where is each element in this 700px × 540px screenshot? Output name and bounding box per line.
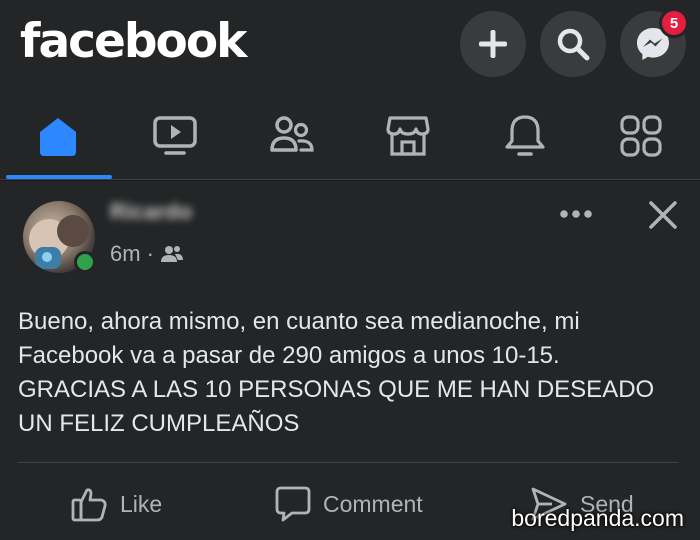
menu-icon xyxy=(620,115,662,157)
online-status-dot xyxy=(74,251,96,273)
notifications-icon xyxy=(505,115,545,156)
facebook-logo[interactable]: facebook xyxy=(20,14,247,69)
post-divider xyxy=(18,462,678,463)
tab-watch[interactable] xyxy=(120,92,230,180)
friends-audience-icon[interactable] xyxy=(160,244,184,264)
search-icon xyxy=(557,28,590,61)
tab-home[interactable] xyxy=(3,92,113,180)
tab-menu[interactable] xyxy=(586,92,696,180)
post-text: Bueno, ahora mismo, en cuanto sea median… xyxy=(18,308,655,437)
create-button[interactable] xyxy=(460,11,526,77)
search-button[interactable] xyxy=(540,11,606,77)
marketplace-icon xyxy=(386,116,430,156)
like-label: Like xyxy=(120,490,163,517)
hide-post-button[interactable] xyxy=(640,195,686,235)
comment-button[interactable]: Comment xyxy=(275,481,423,527)
post-meta: 6m · xyxy=(110,241,184,267)
comment-label: Comment xyxy=(323,490,423,517)
tab-notifications[interactable] xyxy=(470,92,580,180)
thumbs-up-icon xyxy=(71,488,107,522)
friends-icon xyxy=(270,116,314,152)
nav-bar xyxy=(0,92,700,180)
watch-icon xyxy=(153,116,197,155)
home-icon xyxy=(40,118,76,156)
messenger-button[interactable]: 5 xyxy=(620,8,689,77)
meta-separator: · xyxy=(146,241,154,266)
author-name[interactable]: Ricardo xyxy=(110,199,192,225)
post-card: Ricardo 6m · Bueno, ahora mismo, en cuan… xyxy=(0,181,700,540)
like-button[interactable]: Like xyxy=(70,481,162,527)
plus-icon xyxy=(479,30,507,58)
watermark: boredpanda.com xyxy=(511,505,684,531)
messenger-badge: 5 xyxy=(659,8,689,38)
close-icon xyxy=(649,201,677,229)
post-time[interactable]: 6m xyxy=(110,241,141,267)
active-tab-indicator xyxy=(6,175,112,179)
top-header: facebook 5 xyxy=(0,0,700,92)
tab-friends[interactable] xyxy=(237,92,347,180)
more-options-button[interactable] xyxy=(553,199,599,229)
more-dots-icon xyxy=(560,210,592,218)
comment-icon xyxy=(275,486,311,522)
tab-marketplace[interactable] xyxy=(353,92,463,180)
